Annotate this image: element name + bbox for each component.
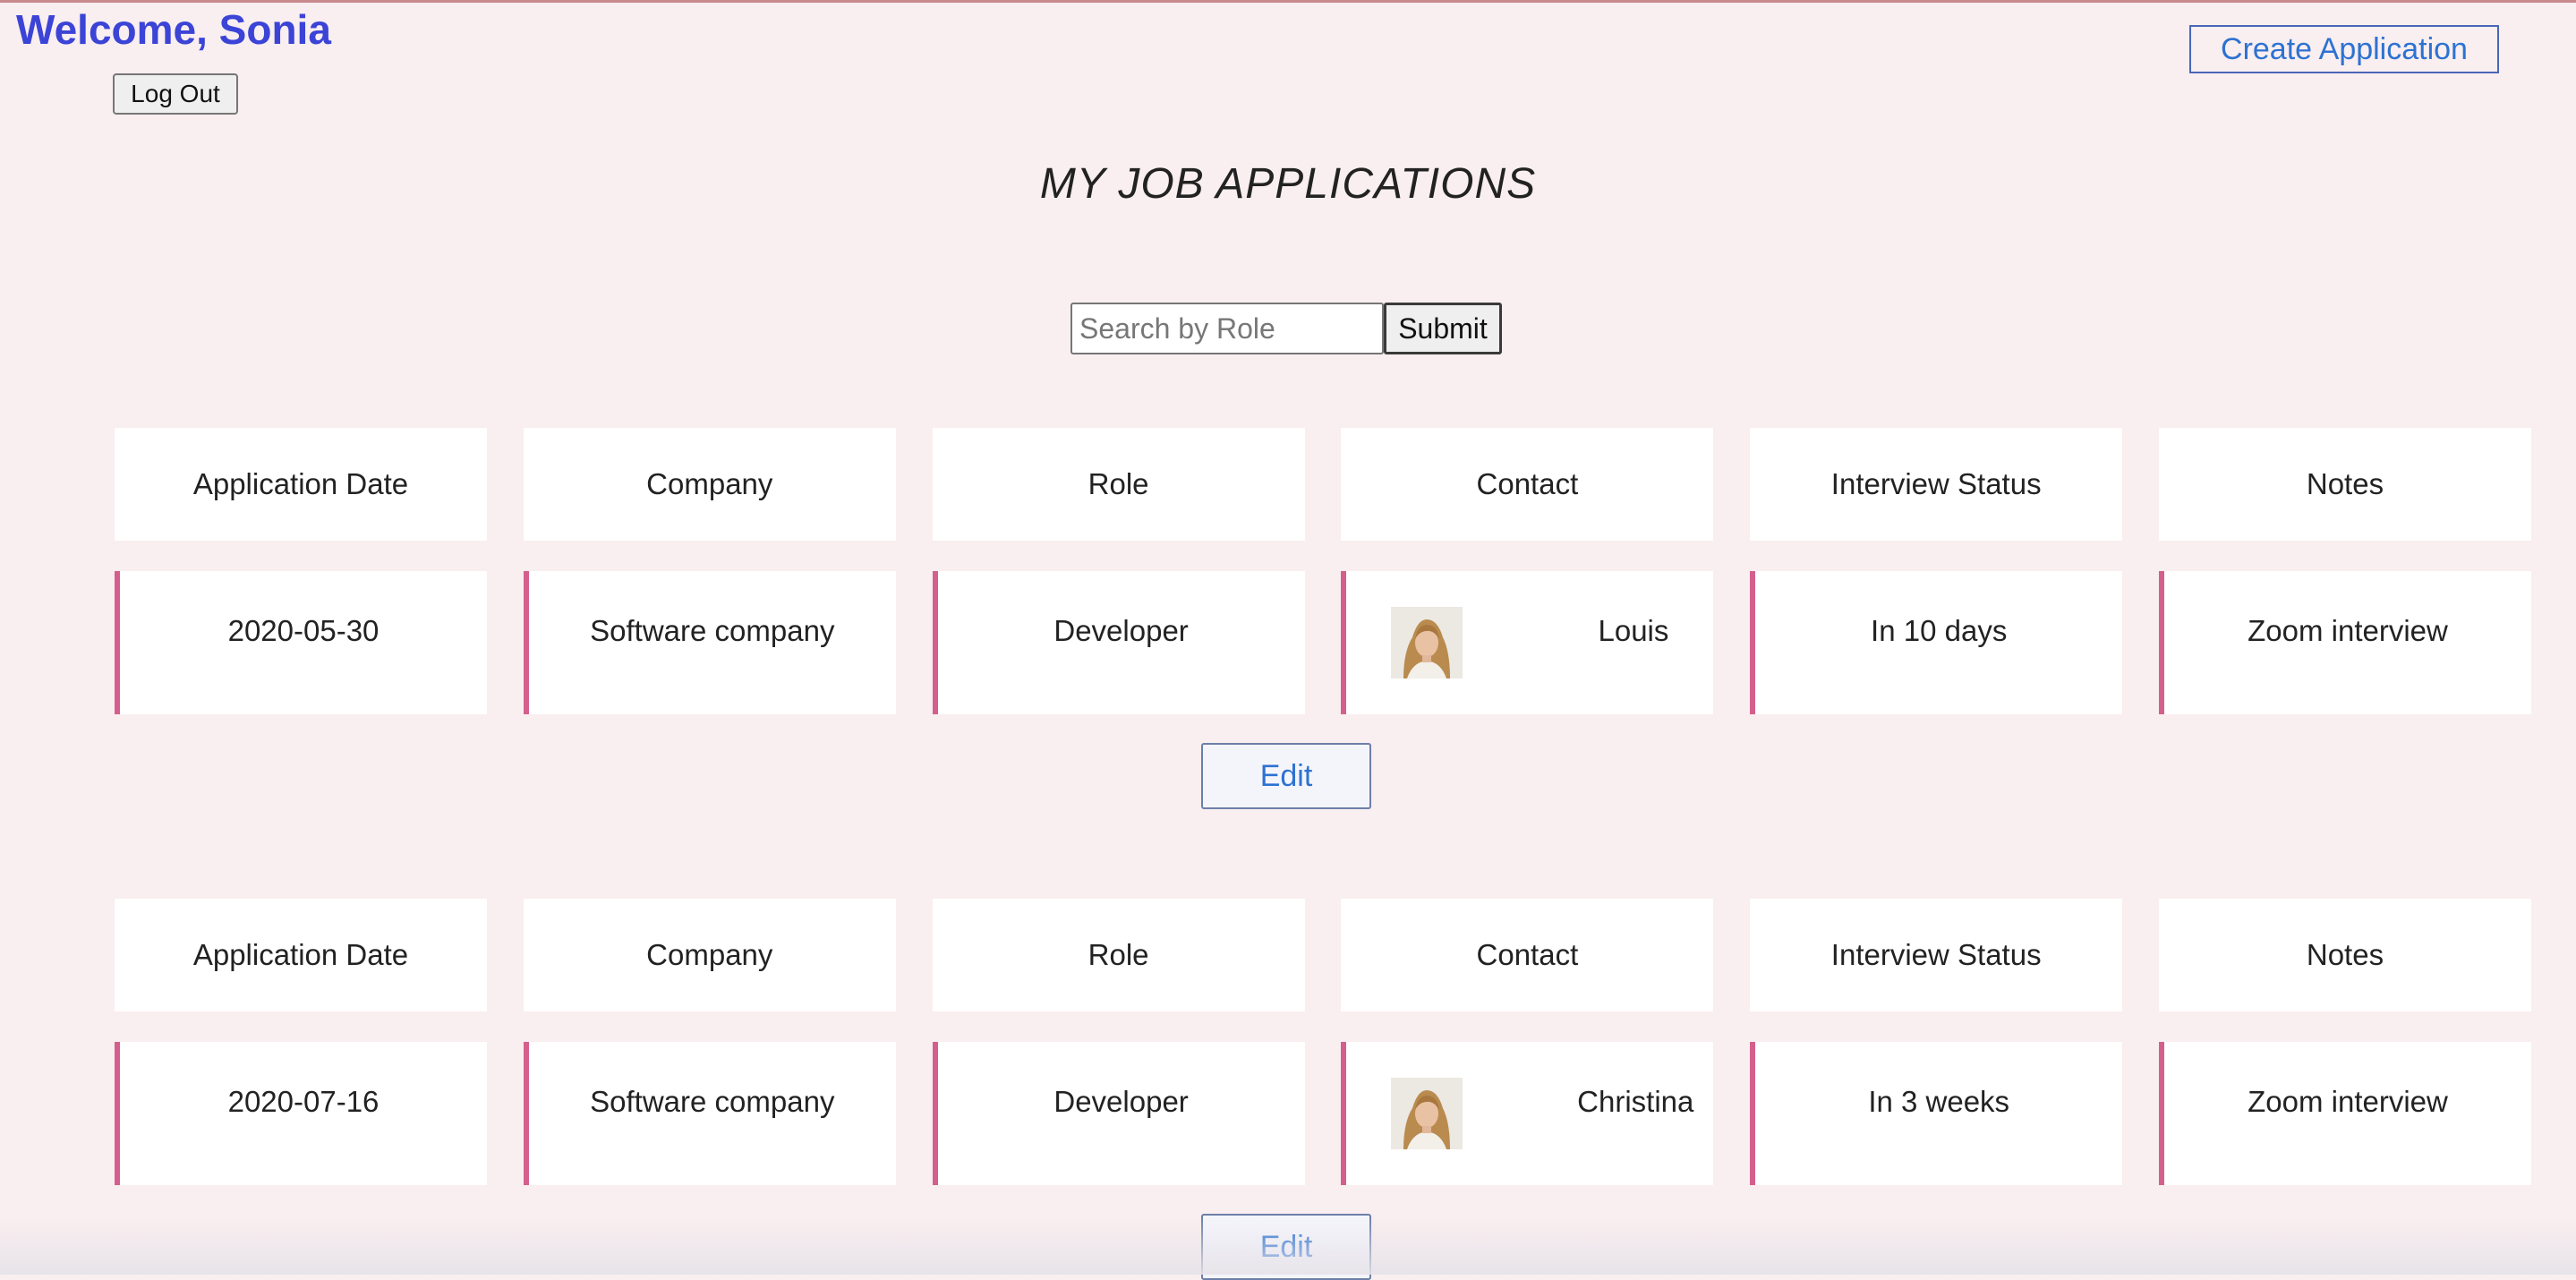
edit-button[interactable]: Edit <box>1201 743 1371 809</box>
submit-button[interactable]: Submit <box>1384 303 1502 354</box>
application-notes: Zoom interview <box>2158 1042 2531 1185</box>
column-header-status: Interview Status <box>1750 899 2123 1011</box>
application-company: Software company <box>523 571 896 714</box>
column-header-contact: Contact <box>1341 428 1714 541</box>
page-title: MY JOB APPLICATIONS <box>1039 160 1537 208</box>
application-company: Software company <box>523 1042 896 1185</box>
application-role: Developer <box>932 571 1305 714</box>
column-header-date: Application Date <box>115 899 487 1011</box>
edit-button[interactable]: Edit <box>1201 1214 1371 1280</box>
contact-avatar <box>1391 1078 1463 1149</box>
application-row: 2020-05-30 Software company Developer Lo… <box>115 571 2531 714</box>
search-form: Submit <box>1070 303 1502 354</box>
contact-name: Christina <box>1577 1085 1694 1118</box>
column-header-contact: Contact <box>1341 899 1714 1011</box>
application-status: In 10 days <box>1750 571 2123 714</box>
column-header-company: Company <box>523 899 896 1011</box>
application-status: In 3 weeks <box>1750 1042 2123 1185</box>
column-header-notes: Notes <box>2158 428 2531 541</box>
column-header-row: Application Date Company Role Contact In… <box>115 428 2531 541</box>
column-header-row: Application Date Company Role Contact In… <box>115 899 2531 1011</box>
column-header-company: Company <box>523 428 896 541</box>
application-date: 2020-07-16 <box>115 1042 487 1185</box>
create-application-button[interactable]: Create Application <box>2189 25 2499 73</box>
application-contact-cell: Louis <box>1341 571 1714 714</box>
application-contact-cell: Christina <box>1341 1042 1714 1185</box>
contact-name: Louis <box>1598 614 1669 647</box>
application-notes: Zoom interview <box>2158 571 2531 714</box>
column-header-date: Application Date <box>115 428 487 541</box>
application-date: 2020-05-30 <box>115 571 487 714</box>
column-header-role: Role <box>932 899 1305 1011</box>
column-header-notes: Notes <box>2158 899 2531 1011</box>
column-header-status: Interview Status <box>1750 428 2123 541</box>
welcome-heading: Welcome, Sonia <box>16 6 331 53</box>
column-header-role: Role <box>932 428 1305 541</box>
contact-avatar <box>1391 607 1463 678</box>
search-input[interactable] <box>1070 303 1384 354</box>
top-border <box>0 0 2576 3</box>
application-row: 2020-07-16 Software company Developer Ch… <box>115 1042 2531 1185</box>
application-role: Developer <box>932 1042 1305 1185</box>
logout-button[interactable]: Log Out <box>113 73 238 115</box>
